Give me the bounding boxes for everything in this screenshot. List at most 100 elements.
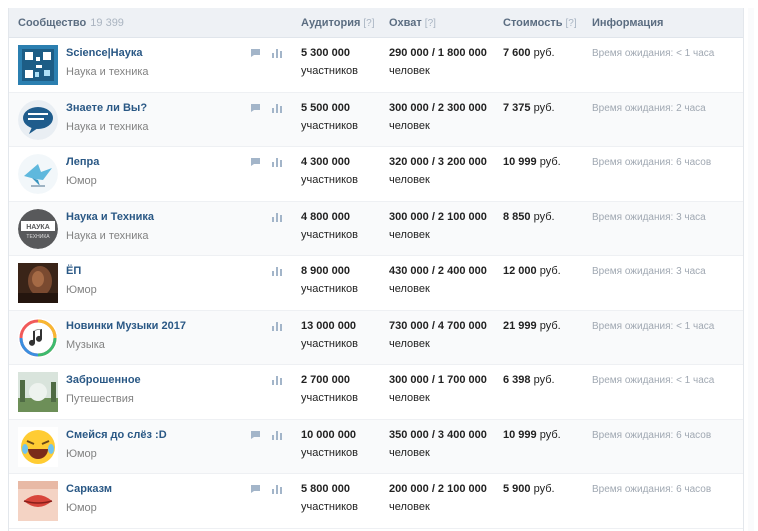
message-icon[interactable] <box>250 48 261 58</box>
community-name-link[interactable]: Новинки Музыки 2017 <box>66 320 186 332</box>
avatar-text-nauka: НАУКА <box>26 224 50 231</box>
table-row[interactable]: Сарказм Юмор 5 800 000 участников 200 00… <box>9 474 743 529</box>
table-row[interactable]: НАУКА ТЕХНИКА Наука и Техника Наука и тех… <box>9 201 743 256</box>
speech-bubble-avatar[interactable] <box>18 99 58 140</box>
price-value: 7 600 руб. <box>503 47 555 59</box>
stats-icon[interactable] <box>272 375 282 385</box>
audience-value: 4 800 000 <box>301 210 350 223</box>
price-amount: 5 900 <box>503 483 531 495</box>
stats-icon[interactable] <box>272 48 282 58</box>
column-price[interactable]: Стоимость [?] <box>503 17 577 29</box>
price-currency: руб. <box>533 101 555 114</box>
reach-value: 320 000 / 3 200 000 <box>389 156 487 168</box>
table-row[interactable]: Знаете ли Вы? Наука и техника 5 500 000 … <box>9 92 743 147</box>
price-value: 6 398 руб. <box>503 374 555 386</box>
stats-icon[interactable] <box>272 484 282 494</box>
community-category: Наука и техника <box>66 229 149 242</box>
reach-unit: человек <box>389 119 430 132</box>
audience-value: 5 300 000 <box>301 47 350 59</box>
column-community[interactable]: Сообщество 19 399 <box>18 17 124 29</box>
photo-avatar[interactable] <box>18 263 58 303</box>
audience-value: 4 300 000 <box>301 156 350 168</box>
message-icon[interactable] <box>250 430 261 440</box>
audience-value: 13 000 000 <box>301 319 357 332</box>
community-category: Путешествия <box>66 393 134 405</box>
nauka-circle-avatar[interactable]: НАУКА ТЕХНИКА <box>18 208 58 249</box>
message-icon[interactable] <box>250 157 261 167</box>
reach-unit: человек <box>389 501 430 513</box>
audience-value: 10 000 000 <box>301 428 357 441</box>
community-category: Юмор <box>66 284 97 296</box>
price-currency: руб. <box>539 265 561 277</box>
price-amount: 8 850 <box>503 210 531 223</box>
stats-icon[interactable] <box>272 157 282 167</box>
table-row[interactable]: Новинки Музыки 2017 Музыка 13 000 000 уч… <box>9 310 743 365</box>
landscape-avatar[interactable] <box>18 372 58 412</box>
community-category: Наука и техника <box>66 120 149 133</box>
reach-unit: человек <box>389 392 430 404</box>
wait-time-info: Время ожидания: < 1 часа <box>592 375 715 386</box>
price-value: 10 999 руб. <box>503 429 561 441</box>
stats-icon[interactable] <box>272 103 282 113</box>
audience-value: 2 700 000 <box>301 374 350 386</box>
audience-unit: участников <box>301 174 359 186</box>
table-row[interactable]: Заброшенное Путешествия 2 700 000 участн… <box>9 365 743 420</box>
price-currency: руб. <box>533 374 555 386</box>
community-name-link[interactable]: Сарказм <box>66 483 112 495</box>
wait-time-info: Время ожидания: 3 часа <box>592 266 706 277</box>
stats-icon[interactable] <box>272 430 282 440</box>
stats-icon[interactable] <box>272 321 282 331</box>
message-icon[interactable] <box>250 484 261 494</box>
community-name-link[interactable]: Science|Наука <box>66 47 142 59</box>
communities-table: Сообщество 19 399 Аудитория [?] Охват [?] С… <box>8 8 744 531</box>
community-category: Юмор <box>66 447 97 460</box>
table-row[interactable]: Смейся до слёз :D Юмор 10 000 000 участн… <box>9 419 743 474</box>
audience-unit: участников <box>301 392 359 404</box>
audience-help-link[interactable]: [?] <box>363 18 374 29</box>
message-icon[interactable] <box>250 103 261 113</box>
reach-value: 730 000 / 4 700 000 <box>389 319 487 332</box>
price-amount: 6 398 <box>503 374 531 386</box>
laughing-emoji-avatar[interactable] <box>18 426 58 467</box>
audience-unit: участников <box>301 501 359 513</box>
price-value: 21 999 руб. <box>503 320 561 332</box>
table-row[interactable]: Лепра Юмор 4 300 000 участников 320 000 … <box>9 147 743 202</box>
stats-icon[interactable] <box>272 266 282 276</box>
bird-avatar[interactable] <box>18 154 58 194</box>
price-amount: 12 000 <box>503 265 537 277</box>
table-row[interactable]: ЁП Юмор 8 900 000 участников 430 000 / 2… <box>9 256 743 311</box>
column-audience[interactable]: Аудитория [?] <box>301 17 375 29</box>
community-name-link[interactable]: Смейся до слёз :D <box>66 429 167 441</box>
reach-value: 350 000 / 3 400 000 <box>389 428 487 441</box>
wait-time-info: Время ожидания: 6 часов <box>592 429 712 441</box>
community-name-link[interactable]: Наука и Техника <box>66 211 154 223</box>
price-help-link[interactable]: [?] <box>566 18 577 29</box>
audience-value: 5 500 000 <box>301 101 350 114</box>
community-name-link[interactable]: Лепра <box>66 156 99 168</box>
audience-unit: участников <box>301 283 359 295</box>
lips-avatar[interactable] <box>18 481 58 521</box>
table-row[interactable]: Science|Наука Наука и техника 5 300 000 … <box>9 38 743 93</box>
reach-value: 290 000 / 1 800 000 <box>389 47 487 59</box>
column-reach[interactable]: Охват [?] <box>389 17 436 29</box>
price-amount: 10 999 <box>503 156 537 168</box>
scrollbar[interactable] <box>748 8 754 531</box>
reach-unit: человек <box>389 174 430 186</box>
community-name-link[interactable]: Знаете ли Вы? <box>66 102 147 114</box>
column-community-label: Сообщество <box>18 17 87 29</box>
stats-icon[interactable] <box>272 212 282 222</box>
price-currency: руб. <box>533 47 555 59</box>
reach-help-link[interactable]: [?] <box>425 18 436 29</box>
price-amount: 10 999 <box>503 428 537 441</box>
community-category: Наука и техника <box>66 66 149 78</box>
community-name-link[interactable]: Заброшенное <box>66 374 141 386</box>
audience-unit: участников <box>301 119 359 132</box>
reach-unit: человек <box>389 228 430 241</box>
reach-value: 300 000 / 1 700 000 <box>389 374 487 386</box>
community-category: Юмор <box>66 175 97 187</box>
community-name-link[interactable]: ЁП <box>66 265 81 277</box>
science-qr-avatar[interactable] <box>18 45 58 85</box>
music-note-avatar[interactable] <box>18 317 58 358</box>
price-currency: руб. <box>539 156 561 168</box>
audience-value: 8 900 000 <box>301 265 350 277</box>
